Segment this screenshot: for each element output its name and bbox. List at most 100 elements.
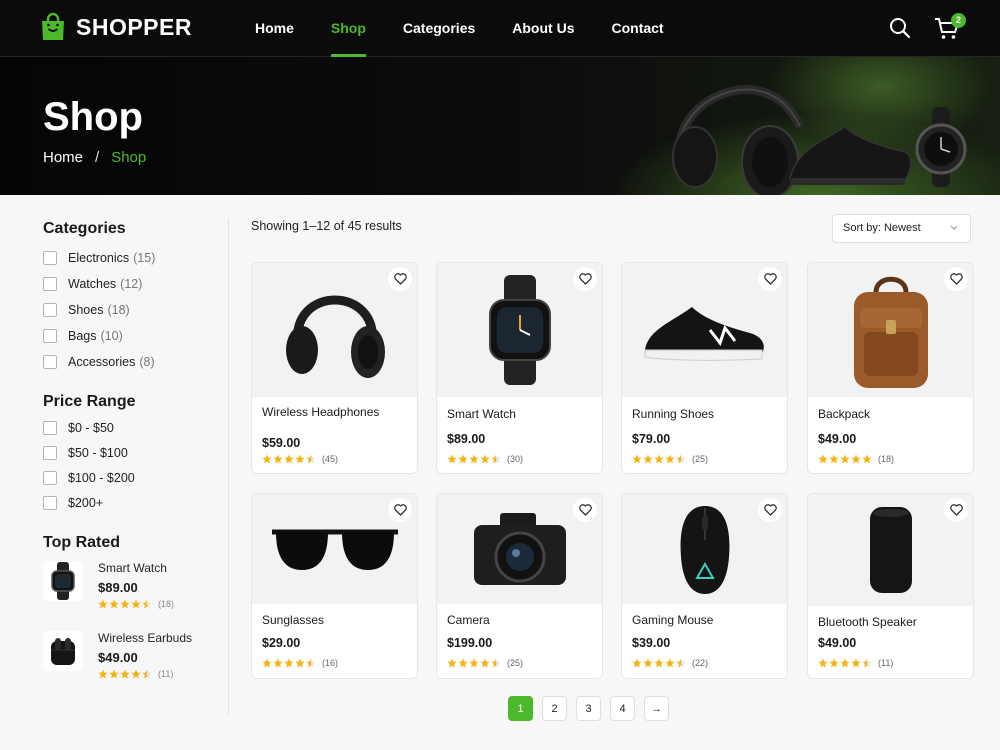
star-icon: [818, 454, 828, 464]
category-filter-electronics[interactable]: Electronics (15): [43, 251, 155, 265]
sort-dropdown[interactable]: Sort by: Newest: [832, 214, 971, 243]
pagination: 1 2 3 4 →: [508, 696, 669, 721]
product-rating: (25): [632, 454, 708, 464]
product-name[interactable]: Camera: [447, 614, 587, 627]
wishlist-heart-icon[interactable]: [944, 498, 968, 522]
page-button-2[interactable]: 2: [542, 696, 567, 721]
category-filter-bags[interactable]: Bags (10): [43, 329, 123, 343]
checkbox[interactable]: [43, 277, 57, 291]
price-range-heading: Price Range: [43, 393, 136, 410]
page-button-1[interactable]: 1: [508, 696, 533, 721]
star-icon: [262, 454, 272, 464]
category-count: (15): [133, 251, 156, 265]
brand-logo[interactable]: SHOPPER: [40, 12, 192, 42]
star-icon: [676, 454, 686, 464]
star-icon: [295, 454, 305, 464]
category-label: Shoes: [68, 303, 104, 317]
category-filter-accessories[interactable]: Accessories (8): [43, 355, 155, 369]
checkbox[interactable]: [43, 329, 57, 343]
product-card[interactable]: Wireless Headphones $59.00 (45): [251, 262, 418, 474]
product-name[interactable]: Sunglasses: [262, 614, 402, 627]
star-rating: [98, 669, 152, 679]
gaming-mouse-icon: [680, 505, 729, 594]
category-count: (8): [139, 355, 155, 369]
category-count: (18): [107, 303, 130, 317]
checkbox[interactable]: [43, 251, 57, 265]
star-icon: [306, 454, 316, 464]
nav-about-us[interactable]: About Us: [512, 0, 574, 57]
star-icon: [131, 669, 141, 679]
star-icon: [480, 658, 490, 668]
page-button-3[interactable]: 3: [576, 696, 601, 721]
star-icon: [480, 454, 490, 464]
product-name[interactable]: Smart Watch: [447, 408, 587, 421]
product-rating: (16): [262, 658, 338, 668]
star-icon: [142, 669, 152, 679]
top-rated-name: Wireless Earbuds: [98, 631, 193, 645]
product-card[interactable]: Sunglasses $29.00 (16): [251, 493, 418, 679]
category-label: Bags: [68, 329, 97, 343]
product-card[interactable]: Smart Watch $89.00 (30): [436, 262, 603, 474]
price-filter-200-plus[interactable]: $200+: [43, 496, 103, 510]
product-card[interactable]: Camera $199.00 (25): [436, 493, 603, 679]
earbuds-icon: [43, 631, 83, 671]
star-icon: [98, 599, 108, 609]
price-label: $0 - $50: [68, 421, 114, 435]
product-card[interactable]: Gaming Mouse $39.00 (22): [621, 493, 788, 679]
product-card[interactable]: Bluetooth Speaker $49.00 (11): [807, 493, 974, 679]
product-name[interactable]: Wireless Headphones: [262, 406, 402, 419]
nav-categories[interactable]: Categories: [403, 0, 475, 57]
star-icon: [131, 599, 141, 609]
checkbox[interactable]: [43, 446, 57, 460]
price-filter-0-50[interactable]: $0 - $50: [43, 421, 114, 435]
category-filter-watches[interactable]: Watches (12): [43, 277, 142, 291]
breadcrumb-home[interactable]: Home: [43, 149, 83, 166]
price-filter-50-100[interactable]: $50 - $100: [43, 446, 128, 460]
next-page-button[interactable]: →: [644, 696, 669, 721]
wishlist-heart-icon[interactable]: [758, 267, 782, 291]
breadcrumb-separator: /: [95, 149, 100, 166]
star-icon: [109, 669, 119, 679]
category-filter-shoes[interactable]: Shoes (18): [43, 303, 130, 317]
checkbox[interactable]: [43, 355, 57, 369]
top-rated-item[interactable]: Smart Watch $89.00 (18): [43, 561, 174, 609]
category-label: Watches: [68, 277, 117, 291]
wishlist-heart-icon[interactable]: [944, 267, 968, 291]
price-label: $50 - $100: [68, 446, 128, 460]
checkbox[interactable]: [43, 421, 57, 435]
star-icon: [447, 454, 457, 464]
checkbox[interactable]: [43, 303, 57, 317]
sidebar-divider: [228, 218, 229, 714]
review-count: (11): [158, 669, 174, 679]
top-rated-item[interactable]: Wireless Earbuds $49.00 (11): [43, 631, 192, 679]
star-icon: [840, 454, 850, 464]
nav-shop[interactable]: Shop: [330, 0, 366, 57]
wishlist-heart-icon[interactable]: [573, 498, 597, 522]
checkbox[interactable]: [43, 496, 57, 510]
product-name[interactable]: Backpack: [818, 408, 958, 421]
nav-home[interactable]: Home: [255, 0, 294, 57]
wishlist-heart-icon[interactable]: [388, 498, 412, 522]
product-name[interactable]: Bluetooth Speaker: [818, 616, 958, 629]
nav-contact[interactable]: Contact: [611, 0, 663, 57]
price-filter-100-200[interactable]: $100 - $200: [43, 471, 135, 485]
wishlist-heart-icon[interactable]: [388, 267, 412, 291]
review-count: (30): [507, 454, 524, 464]
wishlist-heart-icon[interactable]: [758, 498, 782, 522]
product-card[interactable]: Running Shoes $79.00 (25): [621, 262, 788, 474]
star-icon: [643, 658, 653, 668]
wishlist-heart-icon[interactable]: [573, 267, 597, 291]
product-name[interactable]: Running Shoes: [632, 408, 772, 421]
star-icon: [109, 599, 119, 609]
review-count: (18): [158, 599, 175, 609]
search-icon[interactable]: [889, 17, 911, 44]
star-icon: [654, 658, 664, 668]
star-rating: [98, 599, 152, 609]
page-button-4[interactable]: 4: [610, 696, 635, 721]
product-name[interactable]: Gaming Mouse: [632, 614, 772, 627]
product-card[interactable]: Backpack $49.00 (18): [807, 262, 974, 474]
checkbox[interactable]: [43, 471, 57, 485]
product-rating: (45): [262, 454, 338, 464]
category-count: (10): [100, 329, 123, 343]
price-label: $100 - $200: [68, 471, 135, 485]
